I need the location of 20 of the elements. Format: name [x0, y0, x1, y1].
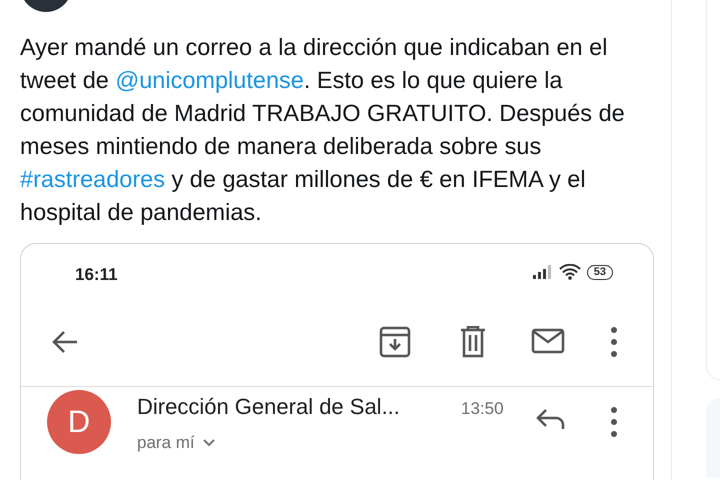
wifi-icon [558, 264, 581, 280]
status-time: 16:11 [75, 264, 118, 286]
sender-avatar: D [47, 390, 111, 454]
archive-icon[interactable] [379, 326, 411, 358]
mention-link[interactable]: @unicomplutense [115, 67, 304, 93]
chevron-down-icon[interactable] [202, 438, 215, 447]
hashtag-link[interactable]: #rastreadores [20, 166, 165, 192]
tweet-text: Ayer mandé un correo a la dirección que indicaban en el tweet de @unicomplutense. Esto es lo que quiere la comunidad de Madrid TRABAJO GRATUITO. Después de meses mintiendo de manera deliberada sobre sus #rastreadores y de gastar millones de € en IFEMA y el hospital de pandemias. [20, 33, 626, 227]
signal-icon [532, 265, 553, 279]
sender-name: Dirección General de Sal... [137, 393, 400, 421]
mail-icon[interactable] [531, 328, 565, 354]
email-time: 13:50 [461, 398, 504, 420]
battery-level: 53 [586, 264, 613, 280]
more-icon[interactable] [611, 327, 617, 357]
back-arrow-icon[interactable] [51, 330, 79, 354]
reply-icon[interactable] [535, 408, 565, 430]
embedded-screenshot[interactable]: 16:11 53 D Dirección General de Sal... 13:50 para mí [20, 243, 654, 480]
more-icon[interactable] [611, 407, 617, 437]
trash-icon[interactable] [459, 326, 487, 358]
recipient-label: para mí [137, 432, 195, 454]
